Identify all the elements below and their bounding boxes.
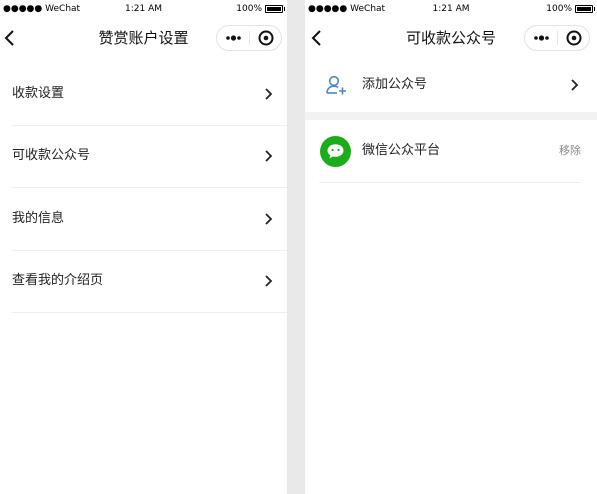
official-account-item: 微信公众平台 移除 bbox=[319, 120, 581, 183]
capsule-close-icon[interactable] bbox=[558, 26, 590, 50]
account-name: 微信公众平台 bbox=[362, 143, 441, 158]
menu-item-label: 查看我的介绍页 bbox=[12, 273, 104, 288]
nav-bar: 可收款公众号 bbox=[305, 18, 597, 58]
menu-capsule bbox=[524, 25, 590, 51]
status-bar: ●●●●● WeChat 1:21 AM 100% bbox=[305, 0, 597, 18]
menu-item-payment-settings[interactable]: 收款设置 bbox=[12, 63, 287, 126]
more-dots-icon[interactable] bbox=[217, 26, 249, 50]
add-person-icon bbox=[326, 75, 346, 95]
battery-indicator: 100% bbox=[236, 4, 285, 14]
chevron-right-icon bbox=[265, 88, 273, 100]
accounts-screen: ●●●●● WeChat 1:21 AM 100% 可收款公众号 添加公众号 微… bbox=[305, 0, 597, 494]
menu-item-label: 收款设置 bbox=[12, 86, 65, 101]
chevron-right-icon bbox=[571, 79, 579, 91]
battery-icon bbox=[575, 5, 595, 13]
menu-item-label: 我的信息 bbox=[12, 211, 65, 226]
menu-item-intro-page[interactable]: 查看我的介绍页 bbox=[12, 250, 287, 313]
capsule-close-icon[interactable] bbox=[250, 26, 282, 50]
nav-bar: 赞赏账户设置 bbox=[0, 18, 287, 58]
menu-item-official-accounts[interactable]: 可收款公众号 bbox=[12, 125, 287, 188]
settings-screen: ●●●●● WeChat 1:21 AM 100% 赞赏账户设置 收款设置 可收… bbox=[0, 0, 287, 494]
section-divider bbox=[305, 112, 597, 120]
more-dots-icon[interactable] bbox=[525, 26, 557, 50]
add-account-label: 添加公众号 bbox=[362, 77, 428, 92]
chevron-right-icon bbox=[265, 150, 273, 162]
menu-capsule bbox=[216, 25, 282, 51]
menu-item-my-info[interactable]: 我的信息 bbox=[12, 188, 287, 251]
chevron-right-icon bbox=[265, 213, 273, 225]
battery-icon bbox=[265, 5, 285, 13]
battery-indicator: 100% bbox=[546, 4, 595, 14]
wechat-bubble-icon bbox=[320, 136, 351, 167]
remove-account-button[interactable]: 移除 bbox=[559, 120, 581, 182]
status-bar: ●●●●● WeChat 1:21 AM 100% bbox=[0, 0, 287, 18]
add-account-row[interactable]: 添加公众号 bbox=[305, 58, 597, 112]
chevron-right-icon bbox=[265, 275, 273, 287]
menu-item-label: 可收款公众号 bbox=[12, 148, 91, 163]
battery-percent: 100% bbox=[236, 4, 262, 14]
battery-percent: 100% bbox=[546, 4, 572, 14]
